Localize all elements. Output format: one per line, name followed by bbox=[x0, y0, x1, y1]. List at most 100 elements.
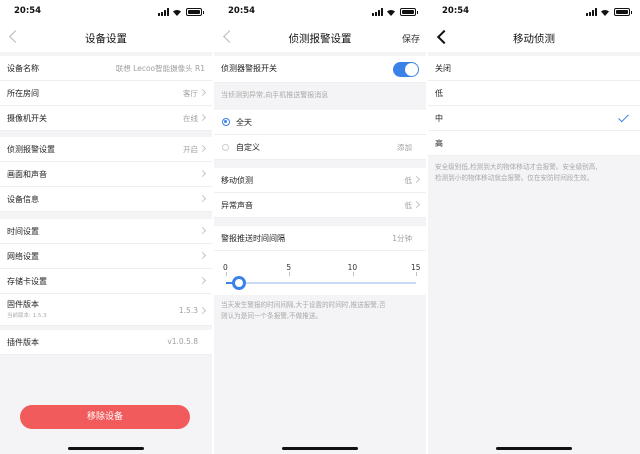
option-label: 低 bbox=[435, 89, 443, 98]
option-off[interactable]: 关闭 bbox=[428, 56, 640, 81]
signal-icon bbox=[586, 8, 598, 16]
slider-track[interactable] bbox=[226, 282, 416, 284]
add-button[interactable]: 添加 bbox=[397, 142, 412, 153]
nav-bar: 移动侦测 bbox=[428, 22, 640, 52]
option-label: 高 bbox=[435, 139, 443, 148]
row-value: 开启 bbox=[183, 145, 198, 154]
battery-icon bbox=[186, 8, 204, 16]
wifi-icon bbox=[601, 9, 609, 16]
chevron-right-icon bbox=[198, 194, 207, 203]
row-label: 时间设置 bbox=[7, 227, 39, 236]
row-label: 设备名称 bbox=[7, 64, 39, 73]
row-label: 固件版本 bbox=[7, 300, 39, 309]
page-title: 侦测报警设置 bbox=[288, 33, 352, 45]
chevron-right-icon bbox=[198, 306, 207, 315]
firmware-current-version: 当前版本: 1.5.3 bbox=[7, 313, 47, 319]
option-low[interactable]: 低 bbox=[428, 81, 640, 106]
checkmark-icon bbox=[618, 111, 629, 123]
row-alarm-switch: 侦测器警报开关 bbox=[214, 56, 426, 83]
sensitivity-hint-line-1: 安全级别低,检测到大的物体移动才会报警。安全级别高, bbox=[435, 163, 598, 171]
tick-label: 5 bbox=[286, 263, 292, 272]
row-camera-switch[interactable]: 摄像机开关 在线 bbox=[0, 106, 212, 131]
row-label: 插件版本 bbox=[7, 338, 39, 347]
row-label: 异常声音 bbox=[221, 201, 253, 210]
option-all-day[interactable]: 全天 bbox=[214, 110, 426, 135]
interval-slider[interactable]: 0 5 10 15 bbox=[214, 251, 426, 295]
row-detection-alarm[interactable]: 侦测报警设置 开启 bbox=[0, 137, 212, 162]
radio-selected-icon bbox=[222, 118, 230, 126]
page-title: 设备设置 bbox=[85, 33, 127, 45]
option-high[interactable]: 高 bbox=[428, 131, 640, 156]
chevron-right-icon bbox=[198, 276, 207, 285]
row-plugin-version: 插件版本 v1.0.5.8 bbox=[0, 330, 212, 355]
row-firmware[interactable]: 固件版本 当前版本: 1.5.3 1.5.3 bbox=[0, 294, 212, 326]
slider-knob[interactable] bbox=[231, 276, 246, 290]
interval-hint-line-2: 则认为是同一个条报警,不做推送。 bbox=[221, 312, 323, 320]
tick-mark bbox=[416, 272, 417, 276]
chevron-right-icon bbox=[198, 113, 207, 122]
option-label: 全天 bbox=[236, 118, 252, 127]
alarm-hint: 当侦测到异常,向手机推送警报消息 bbox=[221, 91, 329, 99]
row-network-settings[interactable]: 网络设置 bbox=[0, 244, 212, 269]
status-bar: 20:54 bbox=[428, 0, 640, 22]
battery-icon bbox=[400, 8, 418, 16]
device-settings-screen: 20:54 设备设置 设备名称 联想 Lecoo智能摄像头 R1 所在房间 客厅… bbox=[0, 0, 212, 454]
option-medium[interactable]: 中 bbox=[428, 106, 640, 131]
row-value: 客厅 bbox=[183, 89, 198, 98]
status-time: 20:54 bbox=[14, 6, 42, 16]
nav-bar: 设备设置 bbox=[0, 22, 212, 52]
chevron-right-icon bbox=[412, 200, 421, 209]
remove-device-button[interactable]: 移除设备 bbox=[20, 405, 190, 429]
row-label: 所在房间 bbox=[7, 89, 39, 98]
status-bar: 20:54 bbox=[214, 0, 426, 22]
option-label: 中 bbox=[435, 114, 443, 123]
home-indicator[interactable] bbox=[496, 447, 572, 450]
row-storage-settings[interactable]: 存储卡设置 bbox=[0, 269, 212, 294]
radio-unselected-icon bbox=[222, 144, 229, 151]
chevron-right-icon bbox=[198, 226, 207, 235]
row-motion-detection[interactable]: 移动侦测 低 bbox=[214, 168, 426, 193]
row-label: 画面和声音 bbox=[7, 170, 47, 179]
row-abnormal-sound[interactable]: 异常声音 低 bbox=[214, 193, 426, 218]
row-push-interval: 警报推送时间间隔 1分钟 bbox=[214, 226, 426, 251]
row-label: 摄像机开关 bbox=[7, 114, 47, 123]
row-value: 低 bbox=[404, 176, 413, 185]
row-device-info[interactable]: 设备信息 bbox=[0, 187, 212, 212]
tick-mark bbox=[352, 272, 354, 276]
tick-label: 10 bbox=[347, 263, 358, 272]
row-value: 1.5.3 bbox=[178, 306, 198, 315]
sensitivity-hint-line-2: 检测到小的物体移动就会报警。仅在安防时间段生效。 bbox=[435, 174, 594, 182]
signal-icon bbox=[372, 8, 384, 16]
row-device-name[interactable]: 设备名称 联想 Lecoo智能摄像头 R1 bbox=[0, 56, 212, 81]
page-title: 移动侦测 bbox=[513, 33, 555, 45]
status-bar: 20:54 bbox=[0, 0, 212, 22]
tick-label: 0 bbox=[223, 263, 228, 272]
nav-bar: 侦测报警设置 保存 bbox=[214, 22, 426, 52]
row-time-settings[interactable]: 时间设置 bbox=[0, 219, 212, 244]
wifi-icon bbox=[387, 9, 395, 16]
wifi-icon bbox=[173, 9, 181, 16]
row-label: 设备信息 bbox=[7, 195, 39, 204]
home-indicator[interactable] bbox=[68, 447, 144, 450]
save-button[interactable]: 保存 bbox=[402, 32, 420, 45]
interval-value: 1分钟 bbox=[392, 234, 412, 243]
option-custom[interactable]: 自定义 添加 bbox=[214, 135, 426, 160]
tick-mark bbox=[226, 272, 227, 276]
status-time: 20:54 bbox=[228, 6, 256, 16]
status-time: 20:54 bbox=[442, 6, 470, 16]
tick-label: 15 bbox=[411, 263, 421, 272]
option-label: 关闭 bbox=[435, 64, 451, 73]
row-value: 在线 bbox=[183, 114, 198, 123]
chevron-right-icon bbox=[198, 251, 207, 260]
row-label: 存储卡设置 bbox=[7, 277, 47, 286]
row-room[interactable]: 所在房间 客厅 bbox=[0, 81, 212, 106]
alarm-toggle[interactable] bbox=[393, 62, 419, 77]
home-indicator[interactable] bbox=[282, 447, 358, 450]
option-label: 自定义 bbox=[236, 143, 260, 152]
interval-hint-line-1: 当天发生警报的时间间隔,大于设置的时间时,推送报警,否 bbox=[221, 301, 386, 309]
signal-icon bbox=[158, 8, 170, 16]
chevron-right-icon bbox=[198, 88, 207, 97]
battery-icon bbox=[614, 8, 632, 16]
row-picture-sound[interactable]: 画面和声音 bbox=[0, 162, 212, 187]
row-value: 低 bbox=[404, 201, 413, 210]
